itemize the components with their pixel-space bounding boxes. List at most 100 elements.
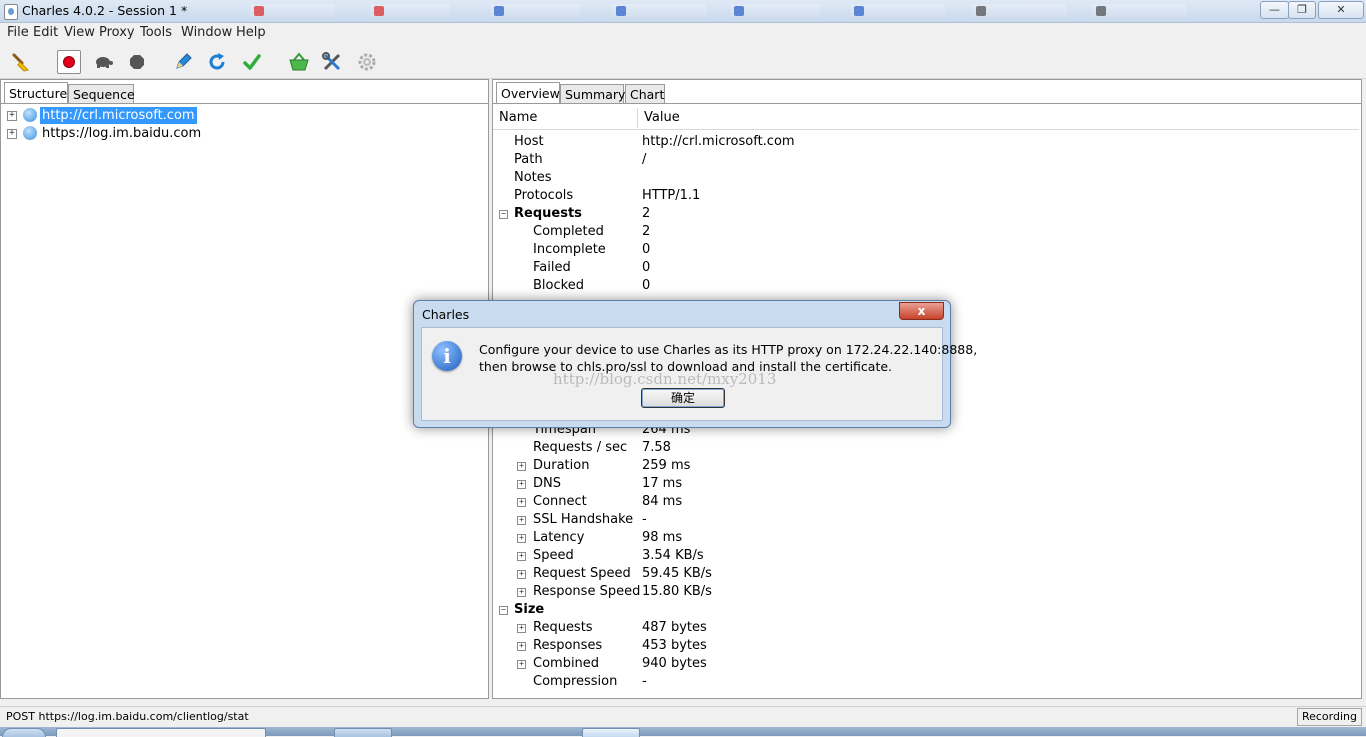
background-window-tab[interactable] [612,4,707,18]
clear-session-button[interactable] [9,50,33,74]
tab-overview[interactable]: Overview [496,82,560,104]
expand-icon[interactable]: + [517,462,526,471]
overview-row[interactable]: Notes [493,169,1359,187]
tools-button[interactable] [320,50,344,74]
tab-summary[interactable]: Summary [560,84,625,103]
column-header-name[interactable]: Name [499,108,638,128]
overview-row[interactable]: Completed 2 [493,223,1359,241]
row-name: Latency [533,530,585,545]
overview-row[interactable]: + Request Speed 59.45 KB/s [493,565,1359,583]
overview-row[interactable]: + Requests 487 bytes [493,619,1359,637]
row-name: Requests [514,206,582,221]
row-name: Completed [533,224,604,239]
expand-icon[interactable]: + [7,111,17,121]
menu-file[interactable]: File [7,25,29,40]
background-window-tab[interactable] [972,4,1067,18]
shopping-basket-button[interactable] [287,50,311,74]
row-name: Failed [533,260,571,275]
background-window-tab[interactable] [370,4,450,18]
repeat-button[interactable] [205,50,229,74]
dialog-title: Charles [422,307,470,322]
overview-row[interactable]: Incomplete 0 [493,241,1359,259]
tab-divider [1,103,488,104]
refresh-icon [209,53,225,70]
background-window-tab[interactable] [490,4,580,18]
record-button[interactable] [57,50,81,74]
overview-row[interactable]: + Connect 84 ms [493,493,1359,511]
background-window-tab[interactable] [1092,4,1187,18]
recording-indicator[interactable]: Recording [1296,708,1362,726]
expand-icon[interactable]: + [517,480,526,489]
row-value: 453 bytes [642,638,707,653]
menu-tools[interactable]: Tools [140,25,172,40]
expand-icon[interactable]: + [517,642,526,651]
overview-row[interactable]: + Duration 259 ms [493,457,1359,475]
menu-window[interactable]: Window [181,25,232,40]
expand-icon[interactable]: + [7,129,17,139]
minimize-button[interactable]: — [1260,1,1289,19]
throttle-button[interactable] [91,50,115,74]
maximize-button[interactable]: ❐ [1288,1,1316,19]
collapse-icon[interactable]: − [499,210,508,219]
overview-row[interactable]: Path / [493,151,1359,169]
column-header-value[interactable]: Value [644,108,844,128]
overview-row[interactable]: − Size [493,601,1359,619]
expand-icon[interactable]: + [517,570,526,579]
overview-row[interactable]: Blocked 0 [493,277,1359,295]
menu-edit[interactable]: Edit [33,25,58,40]
expand-icon[interactable]: + [517,534,526,543]
row-name: Size [514,602,545,617]
globe-icon [23,126,37,140]
overview-row[interactable]: + Latency 98 ms [493,529,1359,547]
menu-view[interactable]: View [64,25,95,40]
overview-row[interactable]: + Combined 940 bytes [493,655,1359,673]
tab-sequence[interactable]: Sequence [68,84,135,103]
overview-row[interactable]: + Responses 453 bytes [493,637,1359,655]
collapse-icon[interactable]: − [499,606,508,615]
compose-button[interactable] [171,50,195,74]
expand-icon[interactable]: + [517,516,526,525]
overview-row[interactable]: + Response Speed 15.80 KB/s [493,583,1359,601]
background-window-tab[interactable] [250,4,335,18]
overview-row[interactable]: Compression - [493,673,1359,691]
background-window-tab[interactable] [850,4,945,18]
background-window-tab[interactable] [730,4,820,18]
row-value: 0 [642,278,651,293]
gear-icon [358,53,376,71]
overview-row[interactable]: + DNS 17 ms [493,475,1359,493]
dialog-close-button[interactable]: x [899,302,944,320]
expand-icon[interactable]: + [517,624,526,633]
check-icon [243,54,261,70]
overview-row[interactable]: Protocols HTTP/1.1 [493,187,1359,205]
expand-icon[interactable]: + [517,660,526,669]
overview-row[interactable]: + Speed 3.54 KB/s [493,547,1359,565]
row-value: 2 [642,206,651,221]
taskbar [0,727,1366,737]
overview-row[interactable]: Failed 0 [493,259,1359,277]
window-close-button[interactable]: ✕ [1318,1,1364,19]
menu-help[interactable]: Help [236,25,266,40]
ok-button[interactable]: 确定 [641,388,725,408]
row-name: Protocols [514,188,574,203]
overview-row[interactable]: + SSL Handshake - [493,511,1359,529]
overview-row[interactable]: − Requests 2 [493,205,1359,223]
overview-row[interactable]: Host http://crl.microsoft.com [493,133,1359,151]
header-divider [493,129,1359,130]
tab-chart[interactable]: Chart [625,84,665,103]
row-name: Responses [533,638,603,653]
tree-item-label[interactable]: https://log.im.baidu.com [42,125,201,142]
overview-row[interactable]: Requests / sec 7.58 [493,439,1359,457]
expand-icon[interactable]: + [517,498,526,507]
row-value: 59.45 KB/s [642,566,712,581]
validate-button[interactable] [240,50,264,74]
row-value: 259 ms [642,458,691,473]
expand-icon[interactable]: + [517,588,526,597]
menu-proxy[interactable]: Proxy [99,25,135,40]
row-value: http://crl.microsoft.com [642,134,795,149]
tree-item-label[interactable]: http://crl.microsoft.com [40,107,197,124]
charles-app-icon [4,4,18,20]
tab-structure[interactable]: Structure [4,82,68,104]
settings-button[interactable] [355,50,379,74]
expand-icon[interactable]: + [517,552,526,561]
breakpoints-button[interactable] [125,50,149,74]
